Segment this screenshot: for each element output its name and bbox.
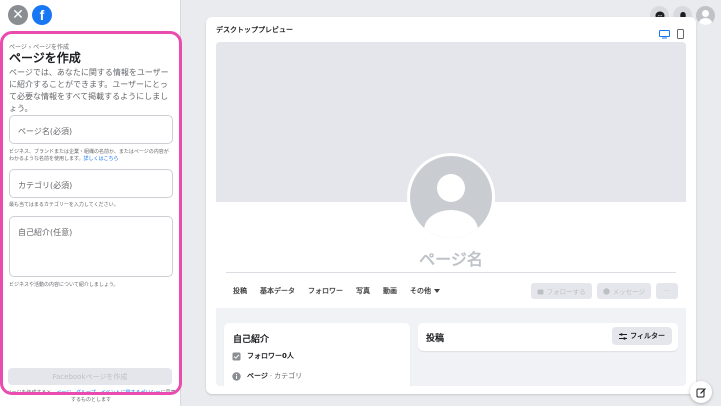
desktop-icon[interactable] <box>659 24 670 43</box>
profile-picture <box>407 153 495 241</box>
preview-title: デスクトッププレビュー <box>216 26 293 34</box>
page-preview: ページ名 投稿 基本データ フォロワー 写真 動画 その他 フォローする メッセ… <box>216 42 686 386</box>
tab-photos[interactable]: 写真 <box>356 286 370 296</box>
message-label: メッセージ <box>612 288 645 296</box>
intro-followers-row: フォロワー0人 <box>232 351 294 361</box>
messenger-icon <box>602 287 610 295</box>
filter-label: フィルター <box>630 332 665 340</box>
filter-button[interactable]: フィルター <box>612 327 672 345</box>
mobile-icon[interactable] <box>677 24 684 43</box>
tab-more[interactable]: その他 <box>410 286 440 296</box>
tab-followers[interactable]: フォロワー <box>308 286 343 296</box>
intro-dot: · <box>269 372 273 380</box>
chevron-down-icon <box>434 289 440 293</box>
header-divider <box>226 272 676 273</box>
page-tabs: 投稿 基本データ フォロワー 写真 動画 その他 <box>233 286 440 296</box>
device-toggle <box>659 24 684 43</box>
top-left-controls: ✕ f <box>8 5 52 25</box>
info-icon <box>232 371 241 381</box>
desktop-preview-card: デスクトッププレビュー ページ名 投稿 基本データ フォロワー 写真 動画 その… <box>206 17 696 394</box>
form-highlight-frame <box>0 31 182 395</box>
close-icon[interactable]: ✕ <box>8 5 28 25</box>
followers-icon <box>232 352 241 360</box>
message-button[interactable]: メッセージ <box>596 283 651 299</box>
posts-title: 投稿 <box>426 334 445 344</box>
more-options-button[interactable]: ··· <box>656 283 678 299</box>
follow-icon <box>537 289 544 294</box>
intro-card: 自己紹介 フォロワー0人 ページ · カテゴリ <box>224 323 410 386</box>
avatar[interactable] <box>696 6 715 25</box>
compose-icon <box>696 387 706 397</box>
tab-more-label: その他 <box>410 287 431 295</box>
page-name-preview: ページ名 <box>419 250 483 269</box>
filter-icon <box>619 332 628 340</box>
intro-page-label: ページ <box>247 372 268 380</box>
intro-category-row: ページ · カテゴリ <box>232 371 302 381</box>
tab-posts[interactable]: 投稿 <box>233 286 247 296</box>
follow-label: フォローする <box>546 288 586 296</box>
intro-category: カテゴリ <box>274 372 303 380</box>
follow-button[interactable]: フォローする <box>530 283 592 299</box>
compose-button[interactable] <box>690 381 712 403</box>
page-actions: フォローする メッセージ ··· <box>530 283 678 299</box>
tab-videos[interactable]: 動画 <box>383 286 397 296</box>
intro-title: 自己紹介 <box>233 335 270 345</box>
intro-followers: フォロワー0人 <box>247 352 294 360</box>
posts-card: 投稿 フィルター <box>418 323 678 351</box>
facebook-logo-icon[interactable]: f <box>32 5 52 25</box>
tab-about[interactable]: 基本データ <box>260 286 295 296</box>
